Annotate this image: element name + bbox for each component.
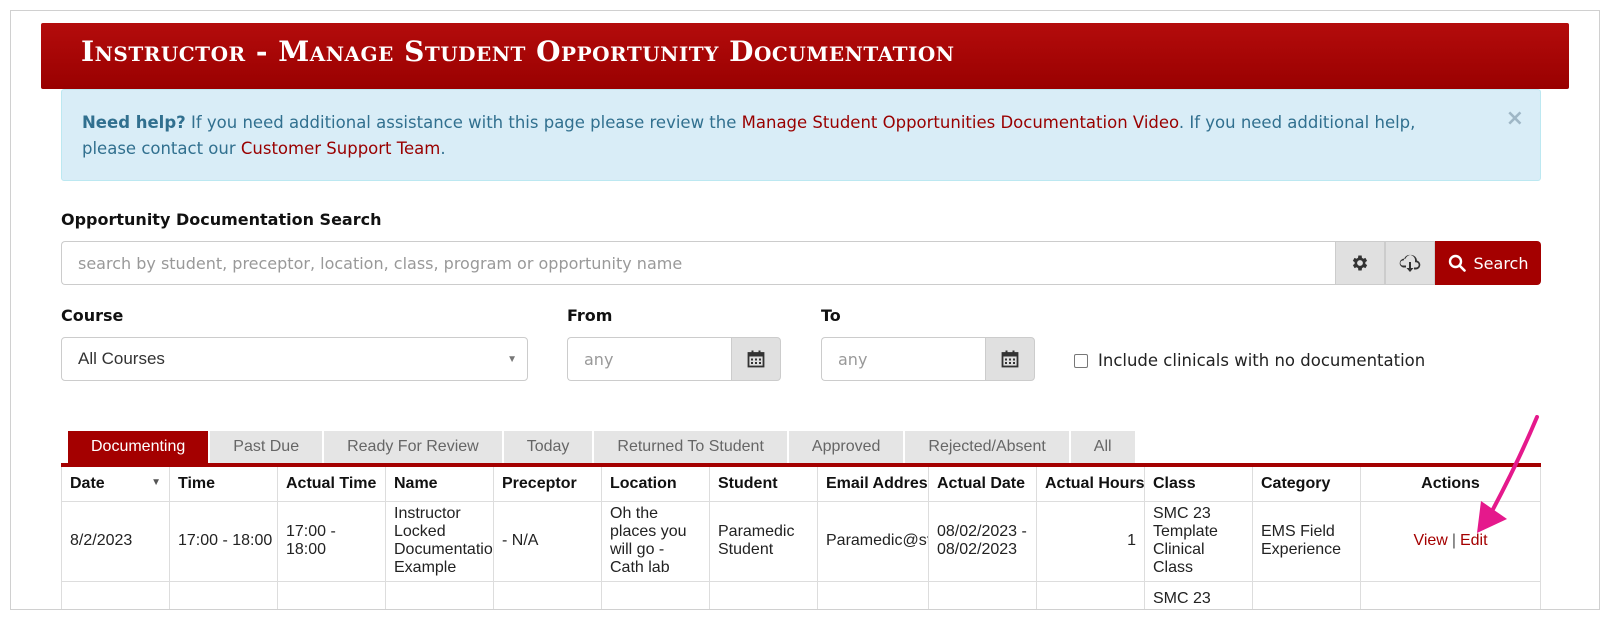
- settings-button[interactable]: [1335, 241, 1385, 285]
- from-date-input[interactable]: any: [567, 337, 731, 381]
- cell-date: 8/2/2023: [61, 500, 170, 582]
- cell-class: SMC 23: [1144, 580, 1253, 609]
- cell-time: 17:00 - 18:00: [169, 500, 278, 582]
- search-button-label: Search: [1473, 253, 1529, 273]
- cell-email: [817, 580, 929, 609]
- table-row: 8/2/2023 17:00 - 18:00 17:00 - 18:00 Ins…: [61, 500, 1541, 582]
- to-label: To: [821, 306, 841, 325]
- to-calendar-button[interactable]: [985, 337, 1035, 381]
- tab-all[interactable]: All: [1070, 431, 1135, 463]
- chevron-down-icon: ▼: [507, 354, 517, 365]
- page-title: Instructor - Manage Student Opportunity …: [81, 35, 955, 68]
- column-header-time[interactable]: Time: [169, 467, 278, 502]
- cell-time: [169, 580, 278, 609]
- page-header: Instructor - Manage Student Opportunity …: [41, 23, 1569, 89]
- cell-actions: [1360, 580, 1541, 609]
- arrow-annotation: [1477, 415, 1539, 533]
- cell-class: SMC 23 Template Clinical Class: [1144, 500, 1253, 582]
- cell-preceptor: [493, 580, 602, 609]
- tab-approved[interactable]: Approved: [788, 431, 904, 463]
- search-button[interactable]: Search: [1435, 241, 1541, 285]
- tab-today[interactable]: Today: [503, 431, 593, 463]
- calendar-icon: [747, 350, 765, 368]
- column-header-student[interactable]: Student: [709, 467, 818, 502]
- cell-location: [601, 580, 710, 609]
- close-icon[interactable]: ×: [1506, 106, 1524, 132]
- search-label: Opportunity Documentation Search: [61, 210, 382, 229]
- search-input[interactable]: [61, 241, 1335, 285]
- cell-actual-date: [928, 580, 1037, 609]
- tab-past-due[interactable]: Past Due: [210, 431, 323, 463]
- column-header-actual-hours[interactable]: Actual Hours: [1036, 467, 1145, 502]
- status-tabs: Documenting Past Due Ready For Review To…: [68, 431, 1135, 463]
- alert-text-1: If you need additional assistance with t…: [185, 113, 742, 132]
- to-date-input[interactable]: any: [821, 337, 985, 381]
- cloud-download-icon: [1399, 254, 1421, 272]
- column-header-preceptor[interactable]: Preceptor: [493, 467, 602, 502]
- column-header-email[interactable]: Email Address: [817, 467, 929, 502]
- column-header-name[interactable]: Name: [385, 467, 494, 502]
- include-clinicals-checkbox[interactable]: [1074, 353, 1088, 368]
- view-link[interactable]: View: [1413, 532, 1447, 549]
- from-calendar-button[interactable]: [731, 337, 781, 381]
- column-header-category[interactable]: Category: [1252, 467, 1361, 502]
- cell-student: Paramedic Student: [709, 500, 818, 582]
- cell-location: Oh the places you will go - Cath lab: [601, 500, 710, 582]
- cell-date: [61, 580, 170, 609]
- support-team-link[interactable]: Customer Support Team: [241, 139, 440, 158]
- cell-name: Instructor Locked Documentation Example: [385, 500, 494, 582]
- cell-name: [385, 580, 494, 609]
- course-select-value: All Courses: [78, 349, 165, 368]
- tab-returned-to-student[interactable]: Returned To Student: [594, 431, 787, 463]
- cell-email: Paramedic@st: [817, 500, 929, 582]
- help-video-link[interactable]: Manage Student Opportunities Documentati…: [742, 113, 1179, 132]
- cell-category: [1252, 580, 1361, 609]
- column-header-actual-date[interactable]: Actual Date: [928, 467, 1037, 502]
- calendar-icon: [1001, 350, 1019, 368]
- sort-desc-icon: ▼: [151, 476, 161, 488]
- help-alert: Need help? If you need additional assist…: [61, 89, 1541, 181]
- search-row: Search: [61, 241, 1541, 285]
- tab-documenting[interactable]: Documenting: [68, 431, 209, 463]
- alert-strong: Need help?: [82, 113, 186, 132]
- cell-category: EMS Field Experience: [1252, 500, 1361, 582]
- include-clinicals-label: Include clinicals with no documentation: [1098, 351, 1426, 370]
- cell-actual-time: 17:00 - 18:00: [277, 500, 386, 582]
- tab-ready-for-review[interactable]: Ready For Review: [324, 431, 502, 463]
- include-clinicals-option[interactable]: Include clinicals with no documentation: [1074, 351, 1425, 370]
- from-label: From: [567, 306, 613, 325]
- action-separator: |: [1451, 532, 1456, 549]
- column-header-location[interactable]: Location: [601, 467, 710, 502]
- cell-actual-hours: 1: [1036, 500, 1145, 582]
- download-button[interactable]: [1385, 241, 1435, 285]
- page-frame: Instructor - Manage Student Opportunity …: [10, 10, 1600, 610]
- column-header-class[interactable]: Class: [1144, 467, 1253, 502]
- cell-actual-hours: [1036, 580, 1145, 609]
- cell-actual-time: [277, 580, 386, 609]
- table-header-row: Date ▼ Time Actual Time Name Preceptor Lo…: [61, 467, 1541, 502]
- documentation-table: Date ▼ Time Actual Time Name Preceptor Lo…: [61, 467, 1541, 609]
- column-header-actual-time[interactable]: Actual Time: [277, 467, 386, 502]
- tab-rejected-absent[interactable]: Rejected/Absent: [905, 431, 1069, 463]
- cell-actual-date: 08/02/2023 - 08/02/2023: [928, 500, 1037, 582]
- gear-icon: [1352, 255, 1368, 271]
- course-label: Course: [61, 306, 124, 325]
- alert-text-3: .: [440, 139, 446, 158]
- cell-student: [709, 580, 818, 609]
- course-select[interactable]: All Courses ▼: [61, 337, 528, 381]
- search-icon: [1448, 254, 1466, 272]
- cell-preceptor: - N/A: [493, 500, 602, 582]
- column-header-date[interactable]: Date ▼: [61, 467, 170, 502]
- table-row: SMC 23: [61, 580, 1541, 609]
